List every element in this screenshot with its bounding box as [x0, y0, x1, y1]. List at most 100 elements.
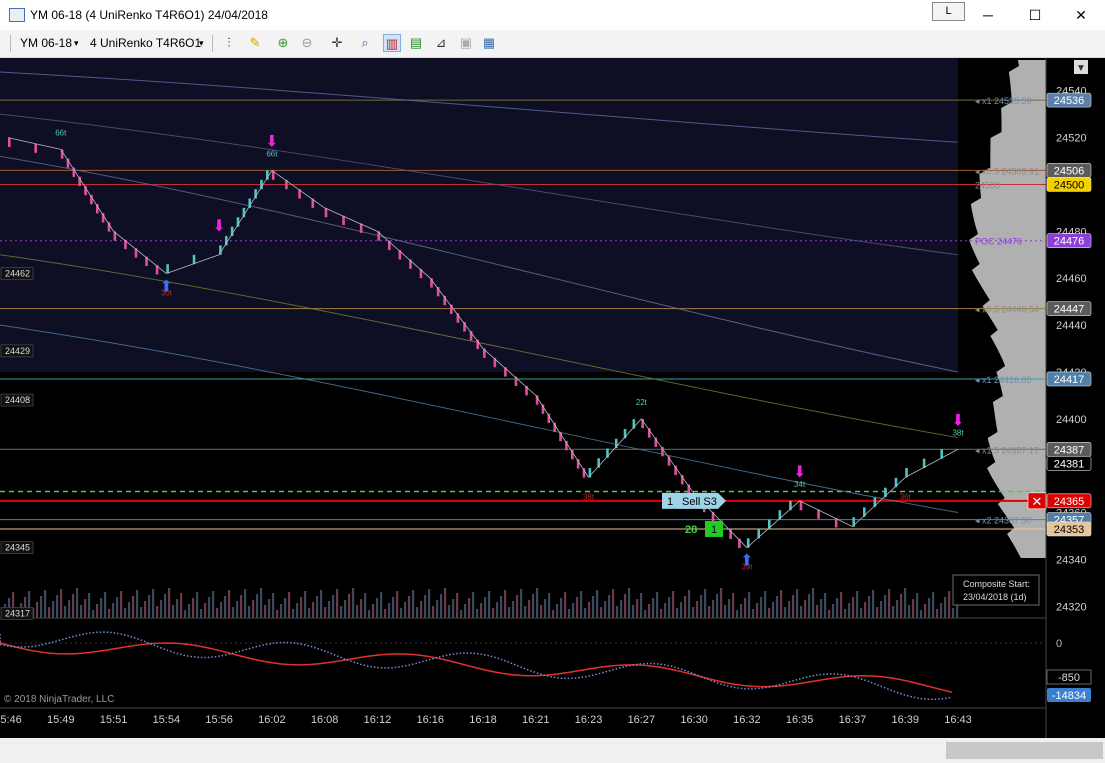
- volume-bar: [372, 604, 375, 618]
- volume-bar: [920, 610, 923, 618]
- instrument-selector[interactable]: YM 06-18: [20, 36, 72, 50]
- level-note-label: ◂ x0.5 24505.91: [975, 166, 1039, 176]
- volume-bar: [584, 608, 587, 618]
- swing-label: 38t: [583, 492, 595, 501]
- volume-bar: [860, 608, 863, 618]
- price-marker-label: 24500: [1054, 179, 1085, 191]
- volume-bar: [320, 590, 323, 618]
- volume-bar: [604, 601, 607, 618]
- chevron-down-icon[interactable]: ▾: [199, 38, 204, 49]
- volume-bar: [472, 592, 475, 618]
- horizontal-scrollbar[interactable]: [0, 738, 1105, 763]
- volume-bar: [316, 596, 319, 618]
- time-axis-label: 16:35: [786, 714, 814, 726]
- properties-icon[interactable]: ▦: [480, 34, 498, 52]
- volume-bar: [348, 594, 351, 618]
- crosshair-icon[interactable]: ✛: [328, 34, 346, 52]
- chart-trader-icon[interactable]: ▥: [383, 34, 401, 52]
- swing-line: [799, 500, 853, 527]
- volume-bar: [792, 595, 795, 618]
- zoom-out-icon[interactable]: ⊖: [298, 34, 316, 52]
- volume-bar: [560, 598, 563, 618]
- volume-bar: [948, 591, 951, 618]
- volume-bar: [192, 598, 195, 618]
- drawing-tool-icon[interactable]: ✎: [246, 34, 264, 52]
- volume-bar: [776, 596, 779, 618]
- chart-toolbar: YM 06-18 ▾ 4 UniRenko T4R6O1 ▾ ⫶ ✎ ⊕ ⊖ ✛…: [0, 30, 1105, 58]
- volume-bar: [800, 606, 803, 618]
- composite-line1: Composite Start:: [963, 579, 1030, 589]
- left-level-label: 24408: [5, 395, 30, 405]
- swing-line: [905, 448, 959, 478]
- volume-bar: [772, 602, 775, 618]
- volume-bar: [76, 588, 79, 618]
- volume-bar: [84, 599, 87, 618]
- volume-bar: [924, 604, 927, 618]
- volume-bar: [312, 602, 315, 618]
- volume-bar: [912, 599, 915, 618]
- volume-bar: [468, 598, 471, 618]
- volume-bar: [232, 607, 235, 618]
- volume-bar: [196, 592, 199, 618]
- volume-bar: [464, 604, 467, 618]
- volume-bar: [420, 601, 423, 618]
- volume-bar: [356, 605, 359, 618]
- maximize-button[interactable]: ☐: [1012, 0, 1058, 30]
- time-axis-label: 16:43: [944, 714, 972, 726]
- volume-bar: [292, 609, 295, 618]
- chart-panel[interactable]: 15:46 15:49 15:51 15:54 15:56 16:02 16:08 16:12…: [0, 58, 1105, 738]
- volume-bar: [904, 588, 907, 618]
- volume-bar: [508, 607, 511, 618]
- volume-bar: [768, 608, 771, 618]
- volume-bar: [164, 594, 167, 618]
- volume-bar: [588, 602, 591, 618]
- volume-bar: [384, 609, 387, 618]
- link-button[interactable]: L: [932, 2, 965, 21]
- volume-bar: [816, 605, 819, 618]
- volume-bar: [408, 596, 411, 618]
- strategies-icon[interactable]: ⊿: [432, 34, 450, 52]
- price-marker-label: 24381: [1054, 458, 1085, 470]
- volume-bar: [168, 588, 171, 618]
- volume-bar: [848, 603, 851, 618]
- chevron-down-icon[interactable]: ▾: [74, 38, 79, 49]
- volume-bar: [640, 593, 643, 618]
- search-icon[interactable]: ⌕: [356, 34, 374, 52]
- minimize-button[interactable]: ─: [965, 0, 1011, 30]
- volume-bar: [52, 601, 55, 618]
- volume-bar: [416, 607, 419, 618]
- volume-bar: [732, 593, 735, 618]
- zoom-in-icon[interactable]: ⊕: [274, 34, 292, 52]
- volume-bar: [100, 598, 103, 618]
- volume-bar: [328, 601, 331, 618]
- sell-order-label: Sell S3: [682, 496, 717, 508]
- scrollbar-thumb[interactable]: [946, 742, 1103, 759]
- interval-selector[interactable]: 4 UniRenko T4R6O1: [90, 36, 201, 50]
- time-axis-label: 16:16: [416, 714, 444, 726]
- volume-bar: [820, 599, 823, 618]
- volume-bar: [204, 603, 207, 618]
- volume-bar: [536, 588, 539, 618]
- volume-bar: [572, 603, 575, 618]
- close-button[interactable]: ✕: [1058, 0, 1104, 30]
- swing-label: 66t: [55, 128, 67, 137]
- left-level-label: 24317: [5, 608, 30, 618]
- volume-bar: [228, 590, 231, 618]
- renko-brick: [192, 254, 196, 265]
- bar-style-icon[interactable]: ⫶: [220, 34, 238, 52]
- volume-bar: [512, 601, 515, 618]
- volume-bar: [652, 598, 655, 618]
- volume-bar: [844, 609, 847, 618]
- volume-bar: [332, 595, 335, 618]
- snapshot-icon[interactable]: ▣: [457, 34, 475, 52]
- volume-bar: [804, 600, 807, 618]
- volume-bar: [764, 591, 767, 618]
- volume-bar: [148, 595, 151, 618]
- swing-label: 66t: [266, 149, 278, 158]
- time-axis-label: 16:23: [575, 714, 603, 726]
- volume-bar: [812, 588, 815, 618]
- volume-bar: [620, 600, 623, 618]
- indicators-icon[interactable]: ▤: [407, 34, 425, 52]
- volume-bar: [48, 607, 51, 618]
- volume-bar: [692, 607, 695, 618]
